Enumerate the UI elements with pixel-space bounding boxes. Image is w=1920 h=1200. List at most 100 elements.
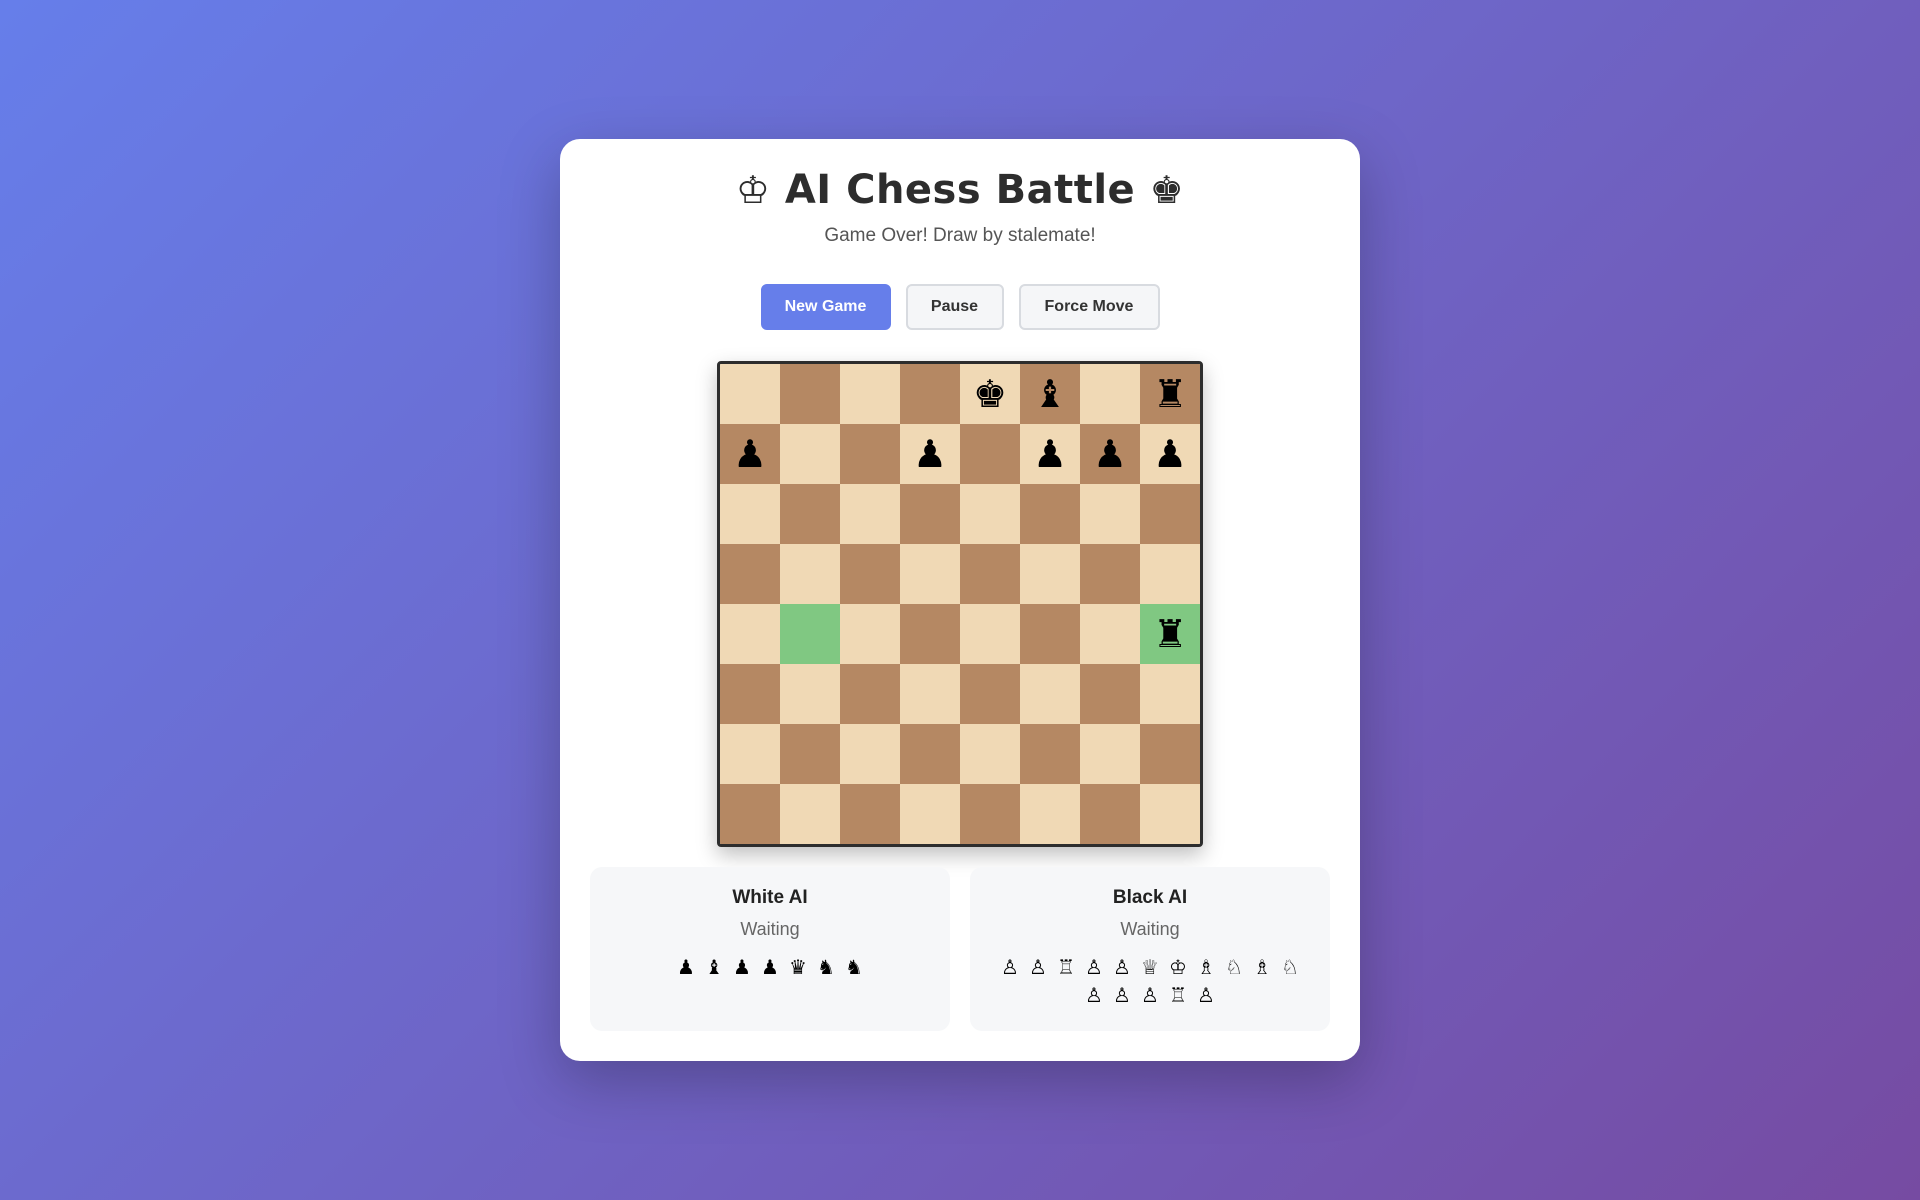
board-square[interactable] xyxy=(900,484,960,544)
captured-piece-icon: ♙ xyxy=(1141,983,1159,1007)
captured-piece-icon: ♘ xyxy=(1225,955,1243,979)
board-square[interactable] xyxy=(840,544,900,604)
board-square[interactable] xyxy=(840,424,900,484)
board-square[interactable] xyxy=(720,544,780,604)
pause-button[interactable]: Pause xyxy=(905,284,1004,330)
captured-piece-icon: ♙ xyxy=(1113,955,1131,979)
white-king-icon: ♔ xyxy=(735,168,771,212)
board-square[interactable] xyxy=(780,664,840,724)
white-player-status: Waiting xyxy=(740,919,800,939)
board-square[interactable] xyxy=(780,724,840,784)
board-square[interactable] xyxy=(1020,604,1080,664)
board-square[interactable] xyxy=(720,784,780,844)
white-player-panel: White AI Waiting ♟ ♝ ♟ ♟ ♛ ♞ ♞ xyxy=(590,867,950,1031)
captured-piece-icon: ♗ xyxy=(1197,955,1215,979)
captured-piece-icon: ♙ xyxy=(1085,955,1103,979)
board-square[interactable] xyxy=(780,544,840,604)
black-king-icon: ♚ xyxy=(1149,168,1185,212)
board-square[interactable] xyxy=(780,364,840,424)
board-square[interactable] xyxy=(1140,664,1200,724)
board-square[interactable] xyxy=(1020,784,1080,844)
board-square[interactable] xyxy=(1080,664,1140,724)
captured-piece-icon: ♟ xyxy=(733,955,751,979)
board-square[interactable] xyxy=(900,364,960,424)
board-square[interactable]: ♚ xyxy=(960,364,1020,424)
force-move-button[interactable]: Force Move xyxy=(1018,284,1160,330)
board-square[interactable] xyxy=(1080,784,1140,844)
board-square[interactable] xyxy=(840,784,900,844)
page-title: ♔ AI Chess Battle ♚ xyxy=(560,167,1360,213)
white-captured-pieces: ♟ ♝ ♟ ♟ ♛ ♞ ♞ xyxy=(610,955,930,979)
board-square[interactable] xyxy=(1020,484,1080,544)
board-square[interactable] xyxy=(900,784,960,844)
board-square[interactable] xyxy=(960,484,1020,544)
board-square[interactable]: ♝ xyxy=(1020,364,1080,424)
white-player-name: White AI xyxy=(732,887,808,908)
captured-piece-icon: ♟ xyxy=(677,955,695,979)
board-square[interactable] xyxy=(1080,544,1140,604)
board-square[interactable] xyxy=(1140,544,1200,604)
captured-piece-icon: ♖ xyxy=(1169,983,1187,1007)
board-square[interactable] xyxy=(720,724,780,784)
board-square[interactable] xyxy=(780,604,840,664)
board-square[interactable] xyxy=(1020,724,1080,784)
board-square[interactable] xyxy=(900,544,960,604)
board-square[interactable] xyxy=(900,604,960,664)
board-square[interactable] xyxy=(780,784,840,844)
board-square[interactable] xyxy=(960,664,1020,724)
board-square[interactable] xyxy=(900,724,960,784)
board-square[interactable] xyxy=(960,724,1020,784)
board-square[interactable] xyxy=(840,484,900,544)
board-square[interactable] xyxy=(720,604,780,664)
board-square[interactable] xyxy=(780,424,840,484)
board-square[interactable] xyxy=(840,364,900,424)
board-square[interactable] xyxy=(1020,544,1080,604)
board-square[interactable] xyxy=(960,424,1020,484)
board-square[interactable] xyxy=(1020,664,1080,724)
captured-piece-icon: ♛ xyxy=(789,955,807,979)
board-square[interactable] xyxy=(780,484,840,544)
board-square[interactable] xyxy=(840,604,900,664)
board-square[interactable] xyxy=(900,664,960,724)
captured-piece-icon: ♞ xyxy=(817,955,835,979)
captured-piece-icon: ♙ xyxy=(1001,955,1019,979)
board-square[interactable] xyxy=(840,664,900,724)
board-square[interactable] xyxy=(720,664,780,724)
board-square[interactable] xyxy=(1080,724,1140,784)
board-square[interactable] xyxy=(720,484,780,544)
board-square[interactable] xyxy=(840,724,900,784)
board-square[interactable] xyxy=(1080,604,1140,664)
captured-piece-icon: ♕ xyxy=(1141,955,1159,979)
black-player-name: Black AI xyxy=(1112,887,1188,908)
captured-piece-icon: ♞ xyxy=(845,955,863,979)
board-square[interactable]: ♟ xyxy=(900,424,960,484)
board-square[interactable]: ♜ xyxy=(1140,604,1200,664)
black-captured-pieces: ♙ ♙ ♖ ♙ ♙ ♕ ♔ ♗ ♘ ♗ ♘ ♙ ♙ ♙ ♖ ♙ xyxy=(990,955,1310,1007)
board-square[interactable] xyxy=(720,364,780,424)
captured-piece-icon: ♖ xyxy=(1057,955,1075,979)
board-square[interactable]: ♟ xyxy=(1140,424,1200,484)
board-square[interactable] xyxy=(1140,784,1200,844)
chess-board: ♚ ♝ ♜ ♟ ♟ ♟ ♟ ♟ ♜ xyxy=(717,361,1203,847)
game-card: ♔ AI Chess Battle ♚ Game Over! Draw by s… xyxy=(560,139,1360,1061)
captured-piece-icon: ♔ xyxy=(1169,955,1187,979)
board-square[interactable] xyxy=(1080,364,1140,424)
board-square[interactable] xyxy=(960,604,1020,664)
board-square[interactable] xyxy=(960,784,1020,844)
captured-piece-icon: ♟ xyxy=(761,955,779,979)
captured-piece-icon: ♙ xyxy=(1029,955,1047,979)
black-player-panel: Black AI Waiting ♙ ♙ ♖ ♙ ♙ ♕ ♔ ♗ ♘ ♗ ♘ ♙ ♙ ♙ ♖ ♙ xyxy=(970,867,1330,1031)
board-square[interactable]: ♟ xyxy=(1080,424,1140,484)
board-square[interactable] xyxy=(1140,484,1200,544)
board-square[interactable]: ♟ xyxy=(720,424,780,484)
new-game-button[interactable]: New Game xyxy=(760,284,891,330)
captured-piece-icon: ♙ xyxy=(1113,983,1131,1007)
board-square[interactable] xyxy=(1080,484,1140,544)
captured-piece-icon: ♙ xyxy=(1197,983,1215,1007)
captured-piece-icon: ♗ xyxy=(1253,955,1271,979)
board-square[interactable]: ♜ xyxy=(1140,364,1200,424)
board-square[interactable] xyxy=(960,544,1020,604)
captured-piece-icon: ♘ xyxy=(1281,955,1299,979)
board-square[interactable] xyxy=(1140,724,1200,784)
board-square[interactable]: ♟ xyxy=(1020,424,1080,484)
